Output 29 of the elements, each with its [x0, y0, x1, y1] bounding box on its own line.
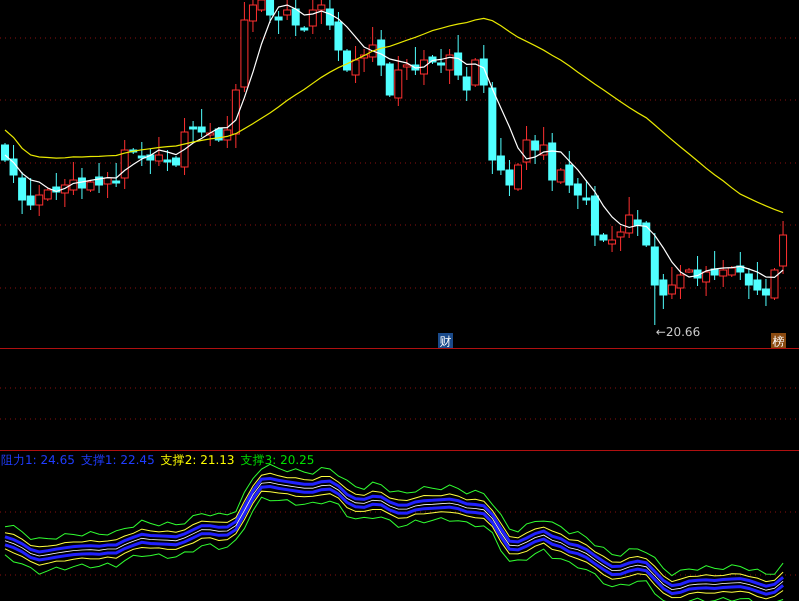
candlestick [702, 266, 710, 296]
candlestick [69, 162, 78, 196]
candlestick [462, 66, 471, 102]
candlestick [104, 172, 112, 198]
candlestick [753, 262, 762, 296]
candlestick [60, 178, 69, 208]
candlestick [668, 266, 676, 300]
candlestick [505, 160, 514, 196]
badge[interactable]: 财 [438, 333, 453, 348]
candlestick [146, 148, 154, 174]
candlestick [377, 30, 386, 76]
candlestick [154, 136, 163, 166]
candlestick [574, 178, 582, 210]
candlestick [454, 34, 462, 80]
candlestick [710, 250, 719, 280]
legend-label: 支撑2: 21.13 [160, 452, 235, 469]
legend-label: 支撑3: 20.25 [240, 452, 314, 469]
legend-label: 支撑1: 22.45 [80, 452, 155, 469]
candlestick [744, 268, 753, 300]
candlestick [18, 172, 26, 214]
candlestick [762, 278, 770, 306]
candlestick [26, 178, 35, 210]
candlestick [274, 10, 283, 34]
candlestick [411, 46, 420, 76]
legend-label: 阻力1: 24.65 [1, 452, 75, 469]
candlestick [386, 62, 394, 98]
low-price-label: ←20.66 [656, 325, 700, 339]
candlestick [198, 108, 206, 138]
badge[interactable]: 榜 [771, 333, 786, 348]
